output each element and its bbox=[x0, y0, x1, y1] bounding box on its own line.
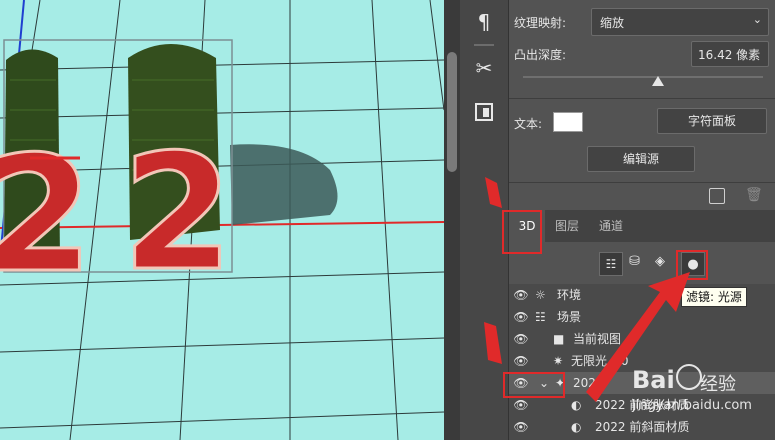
layer-item[interactable]: 👁 ■ 当前视图 bbox=[509, 328, 775, 350]
character-panel-button[interactable]: 字符面板 bbox=[657, 108, 767, 134]
mesh-filter-icon[interactable]: ⛁ bbox=[629, 254, 640, 269]
tab-channels[interactable]: 通道 bbox=[591, 210, 631, 242]
depth-slider-thumb[interactable] bbox=[652, 76, 664, 86]
eye-icon[interactable]: 👁 bbox=[513, 416, 529, 438]
tab-layers[interactable]: 图层 bbox=[547, 210, 587, 242]
edit-source-button[interactable]: 编辑源 bbox=[587, 146, 695, 172]
scene-icon: ☷ bbox=[535, 310, 546, 324]
infinite-light-icon: ✷ bbox=[553, 354, 564, 368]
viewport-scene: 2 2 bbox=[0, 0, 444, 440]
scene-filter-icon[interactable]: ☷ bbox=[599, 252, 623, 276]
material-icon: ◐ bbox=[571, 398, 582, 412]
texture-mapping-select[interactable]: 缩放 ⌄ bbox=[591, 8, 769, 36]
vertical-scrollbar[interactable] bbox=[444, 0, 460, 440]
camera-icon: ■ bbox=[553, 332, 565, 346]
layer-item[interactable]: 👁 ☷ 场景 bbox=[509, 306, 775, 328]
environment-icon: ☼ bbox=[535, 288, 546, 302]
material-icon: ◐ bbox=[571, 420, 582, 434]
layer-item[interactable]: 👁 ◐ 2022 前斜面材质 bbox=[509, 416, 775, 438]
texture-mapping-label: 纹理映射: bbox=[514, 16, 567, 30]
text-color-swatch[interactable] bbox=[553, 112, 583, 132]
layer-item[interactable]: 👁 ✷ 无限光 ^0 bbox=[509, 350, 775, 372]
3d-viewport[interactable]: 2 2 bbox=[0, 0, 444, 440]
eye-icon[interactable]: 👁 bbox=[513, 328, 529, 350]
extrude-depth-label: 凸出深度: bbox=[514, 48, 567, 62]
highlight-box-light-filter bbox=[676, 250, 708, 280]
eye-icon[interactable]: 👁 bbox=[513, 306, 529, 328]
text-shadow bbox=[230, 144, 338, 225]
eye-icon[interactable]: 👁 bbox=[513, 350, 529, 372]
filter-toolbar: ☷ ⛁ ◈ ● bbox=[509, 250, 775, 280]
trash-icon[interactable]: 🗑 bbox=[745, 187, 763, 203]
properties-panel-icon[interactable] bbox=[466, 94, 502, 130]
3d-layer-list: 👁 ☼ 环境 👁 ☷ 场景 👁 ■ 当前视图 👁 ✷ 无限光 ^0 👁 ⌄ ✦ … bbox=[509, 284, 775, 440]
eye-icon[interactable]: 👁 bbox=[513, 284, 529, 306]
chevron-down-icon: ⌄ bbox=[752, 13, 762, 26]
depth-slider-track[interactable] bbox=[523, 76, 763, 78]
highlight-box-3d-tab bbox=[502, 210, 542, 254]
text-label: 文本: bbox=[514, 117, 543, 131]
tab-bar: 3D 图层 通道 bbox=[509, 210, 775, 242]
extrude-depth-input[interactable]: 16.42 像素 bbox=[691, 41, 769, 67]
material-filter-icon[interactable]: ◈ bbox=[655, 254, 665, 269]
highlight-box-mesh-row bbox=[503, 372, 565, 398]
digit-face-2-b: 2 bbox=[122, 119, 233, 306]
digit-face-2-a: 2 bbox=[0, 121, 93, 308]
export-icon[interactable] bbox=[709, 188, 725, 204]
tools-icon[interactable]: ✂ bbox=[466, 50, 502, 86]
tooltip: 滤镜: 光源 bbox=[681, 287, 747, 307]
paragraph-icon[interactable]: ¶ bbox=[466, 4, 502, 40]
scrollbar-thumb[interactable] bbox=[447, 52, 457, 172]
